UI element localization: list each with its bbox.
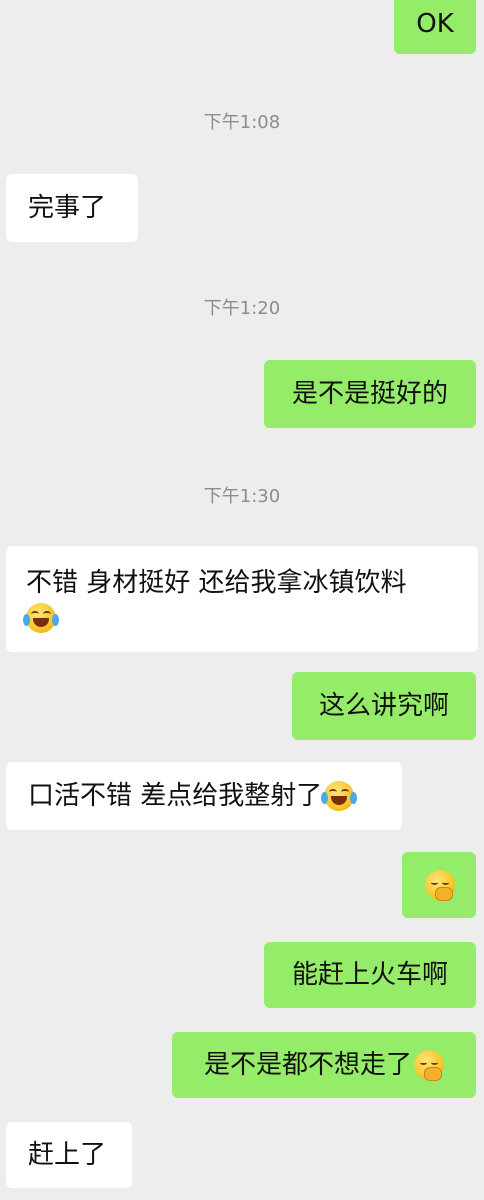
sent-message-bubble[interactable] (402, 852, 476, 918)
timestamp: 下午1:08 (203, 112, 281, 133)
received-message-bubble[interactable]: 不错 身材挺好 还给我拿冰镇饮料 (6, 546, 478, 652)
message-text: 是不是都不想走了 (203, 1050, 412, 1080)
sent-message-bubble[interactable]: 是不是都不想走了 (172, 1032, 476, 1098)
timestamp: 下午1:20 (203, 298, 281, 319)
sent-message-bubble[interactable]: 是不是挺好的 (264, 360, 476, 428)
message-text: 完事了 (28, 193, 107, 223)
message-text: 能赶上火车啊 (291, 960, 448, 990)
sent-message-bubble[interactable]: OK (394, 0, 476, 54)
received-message-bubble[interactable]: 口活不错 差点给我整射了 (6, 762, 402, 830)
received-message-bubble[interactable]: 完事了 (6, 174, 138, 242)
sent-message-bubble[interactable]: 这么讲究啊 (292, 672, 476, 740)
message-text: 赶上了 (28, 1140, 107, 1170)
sent-message-bubble[interactable]: 能赶上火车啊 (264, 942, 476, 1008)
message-text: 不错 身材挺好 还给我拿冰镇饮料 (26, 568, 407, 598)
message-text: 口活不错 差点给我整射了 (28, 781, 323, 811)
message-text: OK (416, 9, 454, 39)
received-message-bubble[interactable]: 赶上了 (6, 1122, 132, 1188)
laugh-cry-emoji-icon (321, 781, 358, 811)
chat-message-list[interactable]: OK 下午1:08 完事了 下午1:20 是不是挺好的 下午1:30 不错 身材… (0, 0, 484, 1200)
laugh-cry-emoji-icon (23, 603, 59, 633)
smirk-emoji-icon (414, 1050, 444, 1081)
smirk-emoji-icon (425, 870, 455, 901)
message-text: 这么讲究啊 (318, 691, 449, 721)
timestamp: 下午1:30 (203, 486, 281, 507)
message-text: 是不是挺好的 (291, 379, 448, 409)
